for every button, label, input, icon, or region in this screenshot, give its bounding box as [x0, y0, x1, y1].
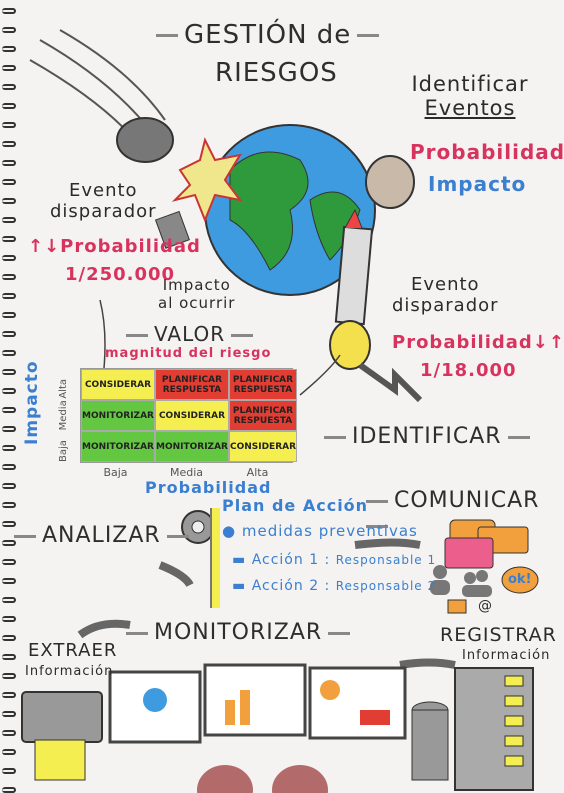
step-monitorizar: MONITORIZAR: [120, 620, 356, 645]
arrow-icon: [354, 538, 421, 549]
asteroid-icon: [116, 117, 174, 163]
matrix-x-axis: Probabilidad: [145, 478, 272, 497]
valor-title: VALOR: [120, 322, 259, 346]
trigger-right-line1: Evento: [410, 274, 480, 295]
arrow-icon: [399, 658, 456, 669]
trigger-left-prob: ↑↓Probabilidad: [28, 236, 201, 257]
dash-icon: ▬: [232, 552, 247, 568]
monitor-icons: [108, 663, 407, 744]
plan-measures-label: medidas preventivas: [241, 522, 418, 540]
matrix-y-ticks: Baja Media Alta: [58, 367, 69, 462]
step-registrar: REGISTRAR: [440, 624, 557, 646]
matrix-cell: PLANIFICAR RESPUESTA: [228, 369, 298, 400]
y-tick: Baja: [58, 440, 69, 462]
valor-subtitle: magnitud del riesgo: [105, 346, 272, 361]
y-tick: Alta: [58, 378, 69, 399]
heads-icon: [197, 765, 328, 793]
y-tick: Media: [58, 400, 69, 431]
plan-measures: ● medidas preventivas: [222, 522, 418, 540]
trigger-right-prob: Probabilidad↓↑: [392, 332, 564, 353]
responsible-label: Responsable 2: [335, 579, 437, 593]
trigger-right-value: 1/18.000: [420, 360, 517, 381]
plan-action-2: ▬ Acción 2 : Responsable 2: [232, 578, 437, 594]
matrix-cell: CONSIDERAR: [228, 431, 298, 462]
mail-icon: [447, 599, 467, 614]
bullet-icon: ●: [222, 522, 237, 540]
impact-line1: Impacto: [162, 276, 231, 294]
trigger-left-line1: Evento: [68, 180, 138, 201]
x-tick: Baja: [103, 466, 128, 479]
matrix-cell: MONITORIZAR: [154, 431, 229, 462]
plan-title: Plan de Acción: [222, 496, 369, 515]
impact-on-occur: Impacto al ocurrir: [158, 276, 235, 312]
matrix-y-axis: Impacto: [22, 360, 42, 445]
action-label: Acción 1: [251, 552, 320, 568]
moon-icon: [365, 155, 415, 209]
trigger-right-line2: disparador: [392, 295, 499, 316]
plan-action-1: ▬ Acción 1 : Responsable 1: [232, 552, 437, 568]
step-registrar-sub: Información: [462, 648, 551, 663]
matrix-cell: CONSIDERAR: [154, 400, 229, 431]
step-identificar: IDENTIFICAR: [318, 424, 536, 449]
step-extraer: EXTRAER: [28, 640, 118, 661]
matrix-cell: MONITORIZAR: [81, 400, 155, 431]
responsible-label: Responsable 1: [335, 553, 437, 567]
matrix-cell: PLANIFICAR RESPUESTA: [228, 400, 298, 431]
action-label: Acción 2: [251, 578, 320, 594]
risk-matrix: CONSIDERAR PLANIFICAR RESPUESTA PLANIFICAR…: [80, 368, 298, 463]
plan-highlight-bar: [210, 508, 220, 608]
step-analizar: ANALIZAR: [8, 523, 195, 548]
matrix-cell: CONSIDERAR: [81, 369, 155, 400]
matrix-cell: MONITORIZAR: [81, 431, 155, 462]
matrix-cell: PLANIFICAR RESPUESTA: [154, 369, 229, 400]
dash-icon: ▬: [232, 578, 247, 594]
people-icon: [430, 565, 492, 597]
trigger-right: Evento disparador: [392, 274, 499, 316]
arrow-icon: [158, 561, 194, 588]
trigger-left-line2: disparador: [50, 201, 157, 222]
trigger-left: Evento disparador: [50, 180, 157, 222]
ok-label: ok!: [508, 572, 532, 587]
server-icon: [411, 667, 534, 791]
printer-icon: [21, 691, 103, 781]
at-sign: @: [478, 598, 492, 614]
impact-line2: al ocurrir: [158, 294, 236, 312]
step-extraer-sub: Información: [25, 664, 114, 679]
arrow-icon: [358, 362, 423, 403]
